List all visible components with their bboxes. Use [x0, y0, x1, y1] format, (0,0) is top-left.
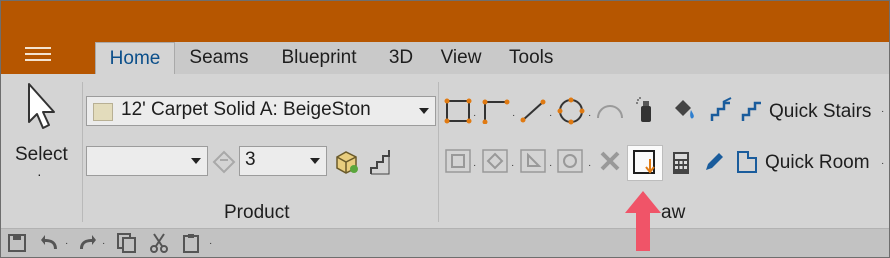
save-icon[interactable] — [7, 233, 27, 257]
tab-seams[interactable]: Seams — [175, 42, 263, 74]
copy-icon[interactable] — [116, 232, 138, 257]
quick-room-icon[interactable] — [735, 149, 759, 180]
dropdown-dot[interactable]: · — [588, 110, 591, 121]
redo-icon[interactable] — [76, 233, 98, 257]
dropdown-dot[interactable]: · — [102, 238, 105, 249]
group-divider — [438, 82, 439, 222]
number-dropdown[interactable]: 3 — [239, 146, 327, 176]
3d-box-icon[interactable] — [334, 149, 360, 180]
quick-rectangle-icon[interactable] — [632, 149, 658, 182]
title-bar — [1, 1, 889, 42]
dropdown-dot[interactable]: · — [512, 110, 515, 121]
secondary-dropdown[interactable] — [86, 146, 208, 176]
tab-view[interactable]: View — [427, 42, 495, 74]
dropdown-dot[interactable]: · — [549, 160, 552, 171]
cut-icon[interactable] — [148, 232, 170, 257]
dropdown-arrow-icon — [310, 158, 320, 164]
ribbon-panel: Select · 12' Carpet Solid A: BeigeSton 3… — [1, 74, 889, 228]
spray-icon[interactable] — [635, 96, 655, 129]
stairs-plan-icon[interactable] — [368, 148, 394, 181]
draw-rectangle-icon[interactable] — [444, 98, 472, 129]
quick-stairs-icon[interactable] — [740, 96, 766, 129]
ribbon-tab-row: Home Seams Blueprint 3D View Tools — [1, 42, 889, 74]
dropdown-arrow-icon — [191, 158, 201, 164]
material-value: 12' Carpet Solid A: BeigeSton — [121, 99, 371, 120]
draw-circle-icon[interactable] — [556, 96, 586, 131]
paste-icon[interactable] — [181, 232, 203, 257]
tab-home[interactable]: Home — [95, 42, 175, 74]
dropdown-dot[interactable]: · — [881, 158, 884, 169]
diamond-icon[interactable] — [481, 148, 509, 179]
dropdown-dot[interactable]: · — [473, 110, 476, 121]
draw-arc-icon — [595, 98, 625, 125]
app-window: Home Seams Blueprint 3D View Tools Selec… — [0, 0, 890, 258]
material-swatch-icon — [93, 103, 113, 121]
dropdown-arrow-icon — [419, 108, 429, 114]
calculator-icon[interactable] — [671, 150, 691, 181]
paint-bucket-disabled-icon — [210, 148, 238, 179]
tab-tools[interactable]: Tools — [495, 42, 889, 74]
menu-icon[interactable] — [25, 41, 51, 61]
group-divider — [82, 82, 83, 222]
dropdown-dot[interactable]: · — [588, 160, 591, 171]
stairs-icon[interactable] — [709, 96, 735, 129]
square-icon[interactable] — [444, 148, 472, 179]
draw-group-label: aw — [661, 202, 686, 223]
dropdown-dot[interactable]: · — [549, 110, 552, 121]
select-caret[interactable]: · — [37, 166, 42, 182]
product-group-label: Product — [224, 202, 290, 223]
red-pointer-arrow-icon — [623, 189, 663, 257]
tab-3d[interactable]: 3D — [375, 42, 427, 74]
number-value: 3 — [245, 149, 256, 170]
pencil-icon[interactable] — [702, 150, 726, 179]
draw-polyline-icon[interactable] — [481, 98, 511, 129]
dropdown-dot[interactable]: · — [473, 160, 476, 171]
quick-access-toolbar: · · · — [1, 228, 889, 257]
dropdown-dot[interactable]: · — [511, 160, 514, 171]
tab-blueprint[interactable]: Blueprint — [263, 42, 375, 74]
circle-icon[interactable] — [556, 148, 584, 179]
material-dropdown[interactable]: 12' Carpet Solid A: BeigeSton — [86, 96, 436, 126]
delete-x-icon — [599, 150, 621, 177]
dropdown-dot[interactable]: · — [65, 238, 68, 249]
fill-bucket-icon[interactable] — [669, 96, 697, 129]
quick-room-button[interactable]: Quick Room — [765, 152, 870, 174]
dropdown-dot[interactable]: · — [881, 106, 884, 117]
draw-line-icon[interactable] — [519, 98, 547, 129]
undo-icon[interactable] — [39, 233, 61, 257]
select-cursor-icon[interactable] — [23, 82, 57, 135]
dropdown-dot[interactable]: · — [209, 238, 212, 249]
select-button[interactable]: Select — [15, 144, 68, 166]
quick-stairs-button[interactable]: Quick Stairs — [769, 101, 871, 123]
triangle-icon[interactable] — [519, 148, 547, 179]
